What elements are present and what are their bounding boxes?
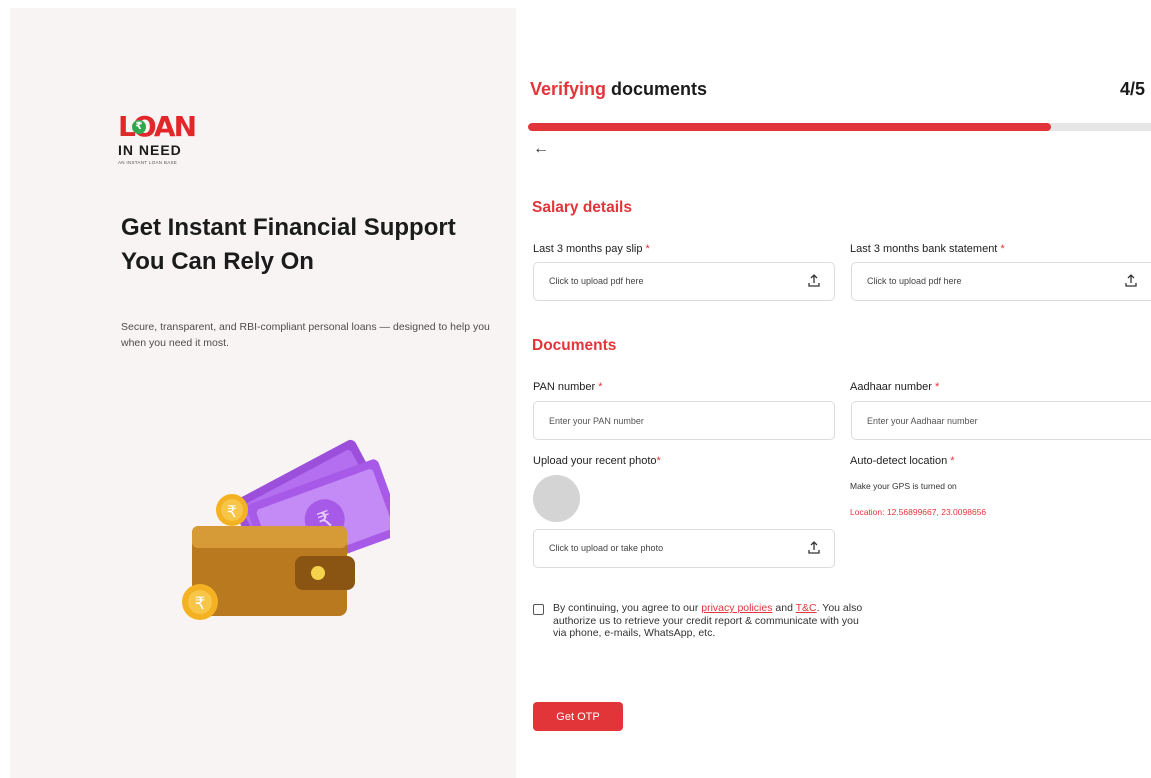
back-arrow-icon[interactable]: ← (533, 140, 549, 158)
avatar-placeholder (533, 475, 580, 522)
consent-text-1: By continuing, you agree to our (553, 602, 702, 614)
bank-statement-upload[interactable]: Click to upload pdf here (851, 262, 1151, 301)
pan-label-text: PAN number (533, 381, 596, 393)
hero-title: Get Instant Financial Support You Can Re… (121, 214, 456, 275)
payslip-upload[interactable]: Click to upload pdf here (533, 262, 835, 301)
page-title-accent: Verifying (530, 79, 607, 99)
page-title-rest: documents (606, 79, 708, 99)
required-mark: * (935, 381, 940, 393)
location-label: Auto-detect location * (850, 455, 955, 467)
photo-upload[interactable]: Click to upload or take photo (533, 529, 835, 568)
consent-text: By continuing, you agree to our privacy … (553, 602, 873, 640)
pan-input[interactable] (534, 402, 834, 439)
payslip-label: Last 3 months pay slip * (533, 243, 650, 255)
get-otp-button[interactable]: Get OTP (533, 702, 623, 731)
bank-statement-label: Last 3 months bank statement * (850, 243, 1005, 255)
pan-field (533, 401, 835, 440)
photo-label-text: Upload your recent photo (533, 455, 657, 467)
required-mark: * (950, 455, 955, 467)
left-panel: LOAN ₹ IN NEED AN INSTANT LOAN BASE Get … (10, 8, 516, 778)
location-hint: Make your GPS is turned on (850, 481, 957, 491)
upload-icon (1125, 274, 1137, 287)
aadhaar-label-text: Aadhaar number (850, 381, 932, 393)
page-title: Verifying documents (530, 79, 707, 100)
required-mark: * (656, 455, 661, 467)
aadhaar-label: Aadhaar number * (850, 381, 939, 393)
upload-icon (808, 541, 820, 554)
required-mark: * (598, 381, 603, 393)
bank-statement-label-text: Last 3 months bank statement (850, 243, 998, 255)
wallet-money-illustration: ₹ ₹ ₹ (182, 439, 390, 620)
logo-subtitle: IN NEED (118, 142, 182, 158)
location-label-text: Auto-detect location (850, 455, 948, 467)
required-mark: * (1000, 243, 1005, 255)
aadhaar-input[interactable] (852, 402, 1151, 439)
payslip-label-text: Last 3 months pay slip (533, 243, 643, 255)
required-mark: * (645, 243, 650, 255)
step-counter: 4/5 (1119, 79, 1145, 99)
logo: LOAN ₹ IN NEED AN INSTANT LOAN BASE (118, 112, 218, 184)
hero-subtitle: Secure, transparent, and RBI-compliant p… (121, 321, 490, 349)
consent-checkbox[interactable] (533, 604, 544, 615)
aadhaar-field (851, 401, 1151, 440)
consent-text-2: and (772, 602, 796, 614)
logo-tagline: AN INSTANT LOAN BASE (118, 160, 178, 165)
documents-heading: Documents (532, 337, 617, 354)
svg-text:₹: ₹ (195, 594, 206, 614)
svg-text:₹: ₹ (227, 502, 237, 521)
upload-icon (808, 274, 820, 287)
location-value: Location: 12.56899667, 23.0098656 (850, 507, 987, 517)
tc-link[interactable]: T&C (796, 602, 817, 614)
payslip-upload-text: Click to upload pdf here (549, 276, 644, 286)
rupee-icon: ₹ (132, 120, 146, 134)
salary-details-heading: Salary details (532, 199, 632, 216)
bank-statement-upload-text: Click to upload pdf here (867, 276, 962, 286)
progress-fill (528, 123, 1052, 131)
photo-label: Upload your recent photo* (533, 455, 661, 467)
logo-word: LOAN (118, 110, 197, 143)
photo-upload-text: Click to upload or take photo (549, 543, 664, 553)
pan-label: PAN number * (533, 381, 603, 393)
progress-bar (528, 123, 1151, 131)
privacy-policies-link[interactable]: privacy policies (701, 602, 772, 614)
